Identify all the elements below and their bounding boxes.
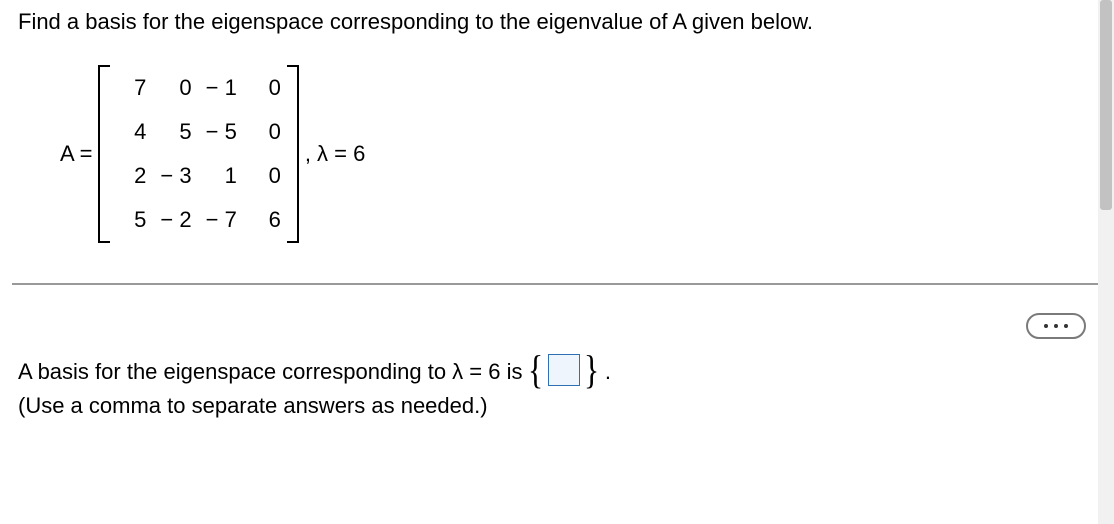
matrix-cell: − 2	[160, 207, 191, 233]
matrix-cell: 5	[160, 119, 191, 145]
matrix-cell: 0	[251, 75, 281, 101]
divider	[12, 283, 1102, 285]
answer-suffix: .	[605, 355, 611, 389]
matrix-cell: − 7	[206, 207, 237, 233]
matrix-cell: 7	[116, 75, 146, 101]
matrix-cell: − 5	[206, 119, 237, 145]
answer-set: { }	[526, 354, 600, 386]
more-options-button[interactable]	[1026, 313, 1086, 339]
matrix-cell: 0	[251, 163, 281, 189]
matrix-cell: 1	[206, 163, 237, 189]
matrix-cell: 0	[251, 119, 281, 145]
matrix-cell: 2	[116, 163, 146, 189]
vertical-scrollbar[interactable]	[1098, 0, 1114, 524]
answer-prefix: A basis for the eigenspace corresponding…	[18, 355, 522, 389]
ellipsis-icon	[1044, 324, 1048, 328]
matrix-cell: 4	[116, 119, 146, 145]
matrix-cell: 5	[116, 207, 146, 233]
matrix-a: 7 0 − 1 0 4 5 − 5 0 2 − 3 1 0 5 − 2 − 7 …	[98, 65, 298, 243]
matrix-equation: A = 7 0 − 1 0 4 5 − 5 0 2 − 3 1 0 5 − 2 …	[60, 65, 1096, 243]
right-brace-icon: }	[584, 354, 599, 386]
matrix-label: A =	[60, 141, 92, 167]
matrix-cell: − 1	[206, 75, 237, 101]
left-brace-icon: {	[528, 354, 543, 386]
scrollbar-thumb[interactable]	[1100, 0, 1112, 210]
eigenvalue-spec: , λ = 6	[305, 141, 366, 167]
ellipsis-icon	[1064, 324, 1068, 328]
basis-input[interactable]	[548, 354, 580, 386]
matrix-cell: − 3	[160, 163, 191, 189]
right-bracket	[287, 65, 299, 243]
matrix-cell: 0	[160, 75, 191, 101]
question-text: Find a basis for the eigenspace correspo…	[18, 8, 1096, 37]
answer-instruction: (Use a comma to separate answers as need…	[18, 389, 1096, 423]
left-bracket	[98, 65, 110, 243]
matrix-cell: 6	[251, 207, 281, 233]
ellipsis-icon	[1054, 324, 1058, 328]
